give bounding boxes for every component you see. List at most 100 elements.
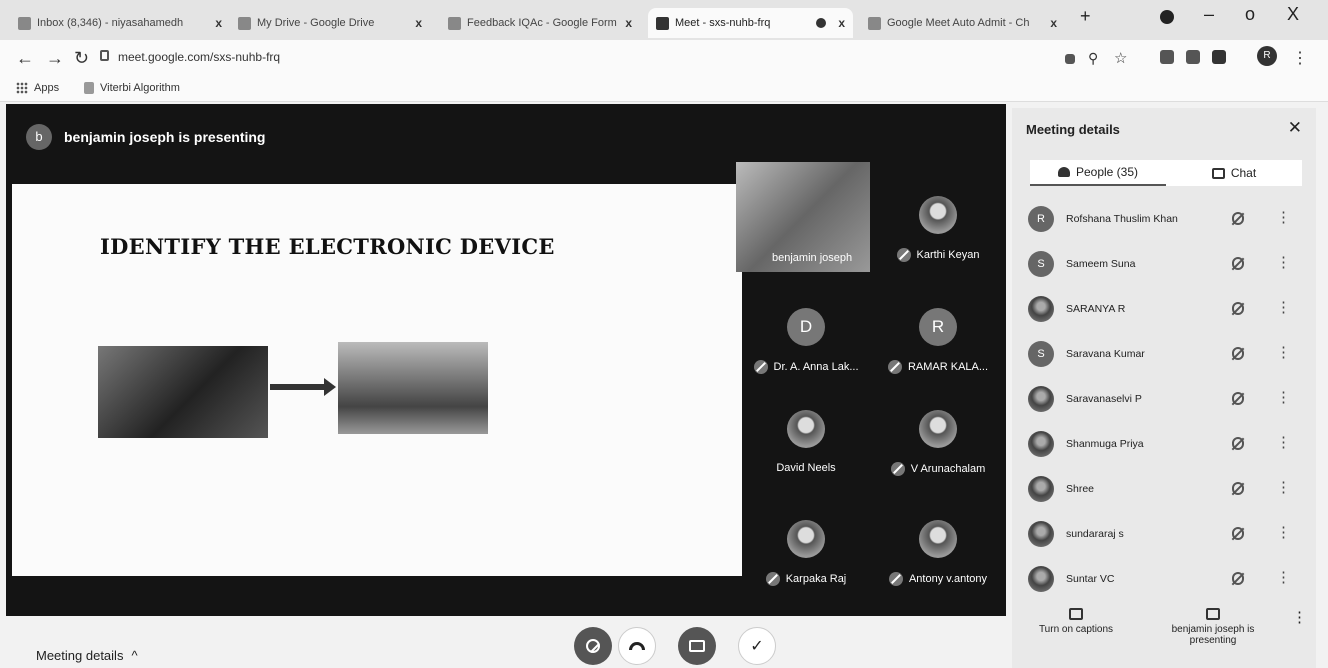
url-field[interactable]: meet.google.com/sxs-nuhb-frq (118, 50, 280, 64)
bookmark-viterbi[interactable]: Viterbi Algorithm (84, 82, 180, 94)
present-now-button[interactable]: benjamin joseph is presenting (1158, 608, 1268, 646)
more-options-icon[interactable]: ⋮ (1276, 478, 1291, 496)
more-options-icon[interactable]: ⋮ (1276, 568, 1291, 586)
reload-icon[interactable]: ↻ (74, 48, 89, 69)
bookmark-apps[interactable]: Apps (16, 82, 59, 94)
list-item[interactable]: Shanmuga Priya ⋮ (1022, 421, 1306, 466)
extension-icon (868, 16, 881, 30)
mic-off-icon (890, 462, 905, 476)
camera-icon[interactable] (1065, 54, 1075, 64)
list-item[interactable]: Suntar VC ⋮ (1022, 556, 1306, 601)
close-tab-icon[interactable]: x (415, 16, 422, 30)
more-options-icon[interactable]: ⋮ (1276, 388, 1291, 406)
more-options-icon[interactable]: ⋮ (1292, 608, 1307, 626)
present-screen-icon (1206, 608, 1220, 620)
mic-off-icon (1232, 347, 1244, 360)
participant-avatar (919, 410, 957, 448)
avatar: R (1028, 205, 1054, 232)
profile-avatar[interactable]: R (1257, 46, 1277, 66)
apps-grid-icon (16, 82, 28, 94)
mic-off-icon (753, 360, 768, 374)
star-icon[interactable]: ☆ (1114, 49, 1127, 67)
list-item[interactable]: Saravanaselvi P ⋮ (1022, 376, 1306, 421)
more-options-icon[interactable]: ⋮ (1276, 298, 1291, 316)
browser-tab-bar: Inbox (8,346) - niyasahamedh x My Drive … (0, 0, 1328, 40)
participant-avatar (787, 410, 825, 448)
camera-toggle-button[interactable] (678, 627, 716, 665)
list-item[interactable]: Shree ⋮ (1022, 466, 1306, 511)
list-item[interactable]: S Sameem Suna ⋮ (1022, 241, 1306, 286)
tab-inbox[interactable]: Inbox (8,346) - niyasahamedh x (10, 8, 230, 38)
participant-tile[interactable]: Karpaka Raj (744, 520, 868, 586)
slide-title: IDENTIFY THE ELECTRONIC DEVICE (100, 234, 555, 259)
list-item[interactable]: sundararaj s ⋮ (1022, 511, 1306, 556)
participant-tile[interactable]: R RAMAR KALA... (876, 308, 1000, 374)
captions-button[interactable]: Turn on captions (1026, 608, 1126, 635)
tab-people[interactable]: People (35) (1030, 160, 1166, 186)
back-arrow-icon[interactable]: ← (16, 48, 34, 69)
close-icon[interactable]: ✕ (1288, 118, 1302, 138)
tab-forms[interactable]: Feedback IQAc - Google Forms x (440, 8, 640, 38)
avatar (1028, 475, 1054, 502)
close-tab-icon[interactable]: x (1050, 16, 1057, 30)
close-tab-icon[interactable]: x (215, 16, 222, 30)
tab-auto-admit[interactable]: Google Meet Auto Admit - Ch x (860, 8, 1065, 38)
extensions-puzzle-icon[interactable] (1212, 50, 1226, 64)
mic-toggle-button[interactable] (574, 627, 612, 665)
participant-tile[interactable]: Karthi Keyan (876, 196, 1000, 262)
close-window-button[interactable]: X (1287, 4, 1299, 25)
mic-off-icon (1232, 572, 1244, 585)
slide-image-house (338, 342, 488, 434)
presenting-text: benjamin joseph is presenting (64, 129, 266, 145)
more-options-icon[interactable]: ⋮ (1276, 343, 1291, 361)
maximize-button[interactable]: o (1245, 4, 1255, 25)
more-options-icon[interactable]: ⋮ (1276, 433, 1291, 451)
avatar: S (1028, 340, 1054, 367)
browser-menu-icon[interactable]: ⋮ (1292, 48, 1308, 68)
close-tab-icon[interactable]: x (625, 16, 632, 30)
panel-footer: Turn on captions benjamin joseph is pres… (1012, 598, 1316, 668)
new-tab-button[interactable]: + (1080, 6, 1091, 27)
leave-call-button[interactable] (618, 627, 656, 665)
panel-title: Meeting details (1026, 122, 1120, 137)
more-options-icon[interactable]: ⋮ (1276, 208, 1291, 226)
meeting-details-button[interactable]: Meeting details ^ (36, 648, 138, 663)
slide-arrow (270, 378, 336, 396)
tab-drive[interactable]: My Drive - Google Drive x (230, 8, 430, 38)
screenshot-extension-icon[interactable] (1160, 50, 1174, 64)
list-item[interactable]: SARANYA R ⋮ (1022, 286, 1306, 331)
mic-off-icon (1232, 302, 1244, 315)
minimize-button[interactable]: – (1204, 4, 1214, 25)
presenting-banner: b benjamin joseph is presenting (26, 124, 265, 150)
participant-avatar (787, 520, 825, 558)
participant-tile[interactable]: V Arunachalam (876, 410, 1000, 476)
list-item[interactable]: S Saravana Kumar ⋮ (1022, 331, 1306, 376)
meet-stage: b benjamin joseph is presenting IDENTIFY… (6, 104, 1006, 616)
participant-tile[interactable]: D Dr. A. Anna Lak... (744, 308, 868, 374)
camera-off-icon (689, 640, 705, 652)
panel-tabs: People (35) Chat (1030, 160, 1302, 186)
presentation-slide: IDENTIFY THE ELECTRONIC DEVICE (12, 184, 742, 576)
zoom-icon[interactable]: ⚲ (1088, 50, 1098, 67)
participant-list: R Rofshana Thuslim Khan ⋮ S Sameem Suna … (1022, 196, 1306, 601)
forward-arrow-icon[interactable]: → (46, 48, 64, 69)
captions-icon (1069, 608, 1083, 620)
mic-off-icon (765, 572, 780, 586)
forms-icon (448, 16, 461, 30)
tab-meet[interactable]: Meet - sxs-nuhb-frq x (648, 8, 853, 38)
tab-chat[interactable]: Chat (1166, 160, 1302, 186)
present-check-button[interactable]: ✓ (738, 627, 776, 665)
tile-name: benjamin joseph (772, 252, 853, 264)
translate-extension-icon[interactable] (1186, 50, 1200, 64)
list-item[interactable]: R Rofshana Thuslim Khan ⋮ (1022, 196, 1306, 241)
mic-off-icon (1232, 527, 1244, 540)
participant-tile[interactable]: David Neels (744, 410, 868, 474)
meeting-details-panel: Meeting details ✕ People (35) Chat R Rof… (1012, 108, 1316, 668)
close-tab-icon[interactable]: x (838, 16, 845, 30)
avatar (1028, 520, 1054, 547)
mic-off-icon (1232, 392, 1244, 405)
participant-tile[interactable]: Antony v.antony (876, 520, 1000, 586)
presenter-avatar: b (26, 124, 52, 150)
more-options-icon[interactable]: ⋮ (1276, 523, 1291, 541)
more-options-icon[interactable]: ⋮ (1276, 253, 1291, 271)
